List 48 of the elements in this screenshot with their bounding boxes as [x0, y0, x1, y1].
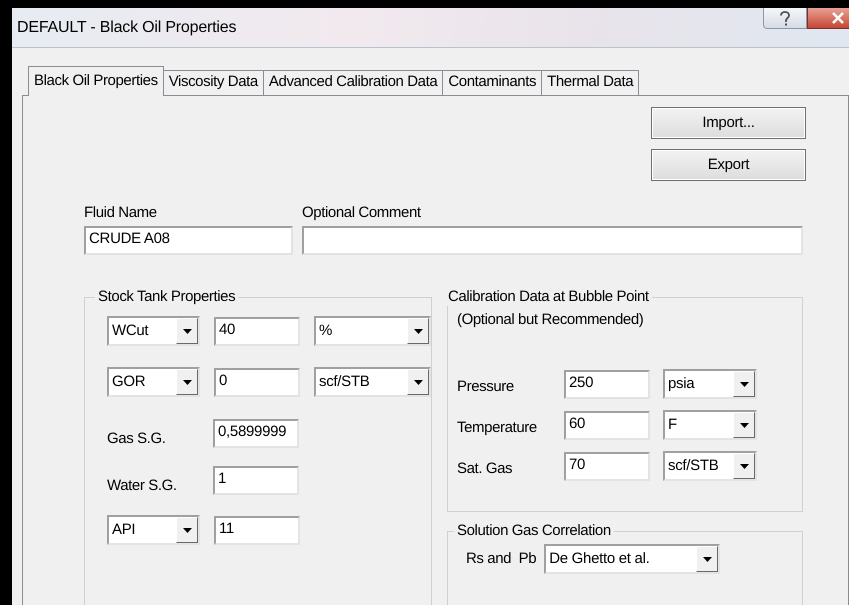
export-button[interactable]: Export [651, 149, 806, 181]
dropdown[interactable]: scf/STB [663, 451, 757, 481]
field-label: Rs and Pb [466, 550, 536, 568]
dropdown[interactable]: GOR [107, 367, 200, 397]
help-icon [779, 10, 791, 26]
field-label: Optional Comment [302, 204, 422, 222]
dropdown[interactable]: scf/STB [314, 367, 431, 397]
tab[interactable]: Black Oil Properties [28, 66, 164, 96]
dropdown-arrow-icon [740, 464, 748, 468]
field-label: Water S.G. [107, 477, 178, 495]
dropdown[interactable]: F [663, 410, 757, 440]
dropdown-arrow-icon [740, 382, 748, 386]
field-label: Fluid Name [84, 204, 158, 222]
field-label: Pressure [457, 377, 515, 396]
group-title: Calibration Data at Bubble Point [447, 288, 650, 306]
dropdown-arrow-icon [702, 556, 712, 562]
text-field[interactable]: 250 [564, 370, 650, 398]
help-button[interactable] [763, 8, 807, 29]
dropdown[interactable]: API [107, 515, 200, 545]
dropdown[interactable]: WCut [107, 316, 200, 346]
text-field[interactable]: 0,5899999 [213, 419, 299, 448]
text-field[interactable]: 60 [564, 410, 650, 440]
note-text: (Optional but Recommended) [457, 311, 644, 329]
text-field[interactable]: 0 [214, 368, 300, 397]
dropdown-arrow-icon [182, 528, 192, 532]
group-title: Solution Gas Correlation [456, 522, 612, 540]
dropdown[interactable]: % [314, 316, 431, 346]
dropdown-arrow-icon [182, 328, 192, 334]
dropdown-arrow-icon [414, 380, 422, 384]
dropdown[interactable]: psia [663, 369, 757, 399]
dropdown-arrow-icon [740, 422, 748, 428]
text-field[interactable]: 40 [214, 317, 300, 346]
dropdown-arrow-icon [182, 380, 192, 384]
text-field[interactable]: 11 [214, 516, 300, 545]
tab[interactable]: Thermal Data [541, 70, 640, 95]
fluid-name-field[interactable]: CRUDE A08 [84, 226, 293, 255]
field-label: Sat. Gas [457, 459, 514, 478]
text-field[interactable]: 1 [213, 466, 299, 495]
dropdown-arrow-icon [414, 328, 422, 334]
import-button[interactable]: Import... [651, 107, 806, 139]
text-field[interactable]: 70 [564, 452, 650, 480]
group-title: Stock Tank Properties [97, 288, 236, 306]
field-label: Temperature [457, 418, 538, 437]
field-label: Gas S.G. [107, 430, 166, 448]
dropdown[interactable]: De Ghetto et al. [544, 544, 720, 574]
comment-field[interactable] [302, 226, 803, 255]
close-icon [831, 12, 845, 24]
window-title: DEFAULT - Black Oil Properties [17, 18, 236, 38]
